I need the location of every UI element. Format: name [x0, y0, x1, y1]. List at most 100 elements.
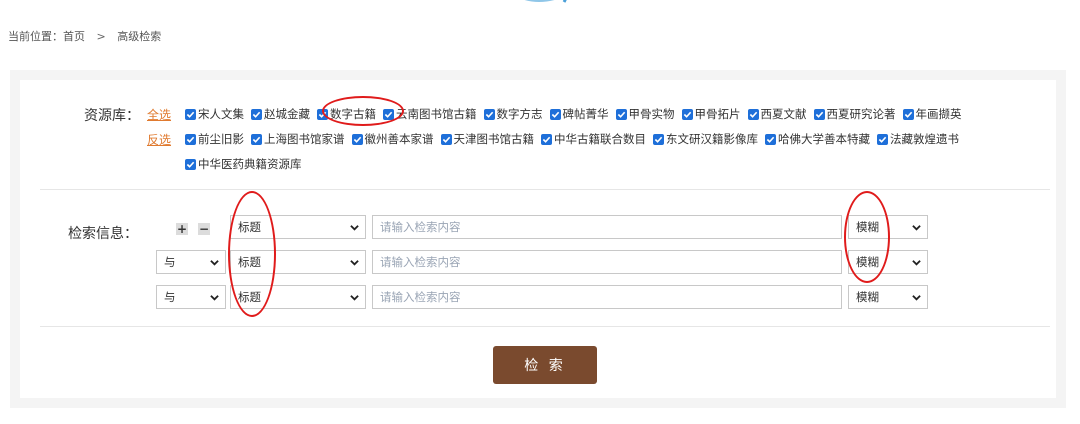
resource-checkbox-label: 赵城金藏 [264, 107, 310, 121]
query-input[interactable] [372, 285, 842, 309]
query-input[interactable] [372, 250, 842, 274]
checkbox-checked-icon[interactable] [902, 108, 914, 120]
checkbox-checked-icon[interactable] [185, 158, 196, 170]
resource-library-label: 资源库： [84, 108, 140, 124]
checkbox-checked-icon[interactable] [351, 133, 363, 145]
checkbox-checked-icon[interactable] [877, 133, 888, 145]
resource-checkbox-item[interactable]: 宋人文集 [185, 106, 244, 122]
resource-checkbox-label: 碑帖菁华 [562, 107, 609, 121]
resource-checkbox-item[interactable]: 徽州善本家谱 [351, 131, 434, 147]
field-select[interactable]: 标题 [230, 285, 366, 309]
query-input[interactable] [372, 215, 842, 239]
resource-checkbox-item[interactable]: 西夏文献 [747, 106, 807, 122]
field-select-value: 标题 [238, 255, 261, 269]
resource-checkbox-item[interactable]: 云南图书馆古籍 [383, 106, 477, 122]
resource-checkbox-label: 徽州善本家谱 [364, 132, 434, 146]
logic-operator-value: 与 [164, 290, 176, 304]
checkbox-checked-icon[interactable] [549, 108, 561, 120]
resource-checkbox-label: 甲骨实物 [628, 107, 675, 121]
checkbox-checked-icon[interactable] [440, 133, 452, 145]
resource-checkbox-label: 前尘旧影 [198, 132, 244, 146]
breadcrumb: 当前位置：首页 > 高级检索 [8, 28, 161, 44]
select-all-link[interactable]: 全选 [147, 106, 171, 123]
match-mode-value: 模糊 [856, 290, 879, 304]
checkbox-checked-icon[interactable] [185, 108, 196, 120]
resource-checkbox-item[interactable]: 甲骨实物 [615, 106, 675, 122]
checkbox-checked-icon[interactable] [483, 108, 495, 120]
chevron-down-icon [912, 260, 921, 266]
resource-checkbox-label: 东文研汉籍影像库 [666, 132, 758, 146]
resource-row-2: 前尘旧影 上海图书馆家谱 徽州善本家谱 天津图书馆古籍 中华古籍联合数目 东文研汉籍影像库… [185, 131, 966, 147]
checkbox-checked-icon[interactable] [615, 108, 627, 120]
site-logo-fragment [524, 0, 567, 3]
checkbox-checked-icon[interactable] [681, 108, 693, 120]
resource-checkbox-item[interactable]: 前尘旧影 [185, 131, 244, 147]
resource-checkbox-item[interactable]: 甲骨拓片 [681, 106, 741, 122]
field-select[interactable]: 标题 [230, 250, 366, 274]
add-condition-button[interactable]: + [176, 223, 188, 235]
logic-operator-select[interactable]: 与 [156, 250, 226, 274]
match-mode-value: 模糊 [856, 255, 879, 269]
search-button[interactable]: 检 索 [493, 346, 597, 384]
checkbox-checked-icon[interactable] [653, 133, 664, 145]
field-select-value: 标题 [238, 290, 261, 304]
resource-checkbox-item[interactable]: 碑帖菁华 [549, 106, 609, 122]
resource-checkbox-item[interactable]: 赵城金藏 [251, 106, 310, 122]
checkbox-checked-icon[interactable] [251, 133, 262, 145]
match-mode-select[interactable]: 模糊 [848, 285, 928, 309]
resource-checkbox-label: 西夏研究论著 [826, 107, 896, 121]
resource-row-3: 中华医药典籍资源库 [185, 156, 309, 172]
checkbox-checked-icon[interactable] [813, 108, 825, 120]
breadcrumb-home[interactable]: 当前位置：首页 [8, 28, 85, 44]
chevron-down-icon [210, 295, 219, 301]
resource-checkbox-item[interactable]: 哈佛大学善本特藏 [765, 131, 870, 147]
resource-checkbox-item[interactable]: 数字方志 [483, 106, 543, 122]
match-mode-value: 模糊 [856, 220, 879, 234]
remove-condition-button[interactable]: − [198, 223, 210, 235]
resource-checkbox-item[interactable]: 上海图书馆家谱 [251, 131, 345, 147]
breadcrumb-separator: > [96, 30, 106, 43]
resource-checkbox-item[interactable]: 数字古籍 [317, 106, 376, 122]
invert-selection-link[interactable]: 反选 [147, 131, 171, 148]
resource-checkbox-label: 年画撷英 [915, 107, 962, 121]
field-select-value: 标题 [238, 220, 261, 234]
resource-checkbox-item[interactable]: 中华医药典籍资源库 [185, 156, 302, 172]
resource-checkbox-label: 中华古籍联合数目 [554, 132, 646, 146]
resource-checkbox-label: 宋人文集 [198, 107, 244, 121]
chevron-down-icon [912, 295, 921, 301]
resource-checkbox-item[interactable]: 年画撷英 [902, 106, 962, 122]
resource-checkbox-item[interactable]: 西夏研究论著 [813, 106, 896, 122]
resource-checkbox-label: 数字古籍 [330, 107, 376, 121]
chevron-down-icon [350, 260, 359, 266]
checkbox-checked-icon[interactable] [541, 133, 552, 145]
resource-row-1: 宋人文集 赵城金藏 数字古籍 云南图书馆古籍 数字方志 碑帖菁华 甲骨实物 甲骨拓片 西夏文献 西… [185, 106, 969, 122]
checkbox-checked-icon[interactable] [251, 108, 262, 120]
resource-checkbox-label: 西夏文献 [760, 107, 807, 121]
resource-checkbox-label: 中华医药典籍资源库 [198, 157, 302, 171]
chevron-down-icon [912, 225, 921, 231]
resource-checkbox-label: 上海图书馆家谱 [264, 132, 345, 146]
resource-checkbox-item[interactable]: 天津图书馆古籍 [440, 131, 534, 147]
resource-checkbox-label: 云南图书馆古籍 [396, 107, 477, 121]
checkbox-checked-icon[interactable] [383, 108, 394, 120]
resource-checkbox-item[interactable]: 中华古籍联合数目 [541, 131, 646, 147]
checkbox-checked-icon[interactable] [317, 108, 328, 120]
resource-checkbox-item[interactable]: 法藏敦煌遗书 [877, 131, 959, 147]
section-divider [40, 189, 1050, 190]
field-select[interactable]: 标题 [230, 215, 366, 239]
chevron-down-icon [210, 260, 219, 266]
logic-operator-select[interactable]: 与 [156, 285, 226, 309]
resource-checkbox-label: 数字方志 [496, 107, 543, 121]
match-mode-select[interactable]: 模糊 [848, 215, 928, 239]
chevron-down-icon [350, 225, 359, 231]
resource-checkbox-label: 哈佛大学善本特藏 [778, 132, 870, 146]
chevron-down-icon [350, 295, 359, 301]
advanced-search-form: 资源库： 全选 反选 宋人文集 赵城金藏 数字古籍 云南图书馆古籍 数字方志 碑帖菁华 甲骨… [20, 80, 1056, 398]
resource-checkbox-item[interactable]: 东文研汉籍影像库 [653, 131, 758, 147]
checkbox-checked-icon[interactable] [185, 133, 196, 145]
match-mode-select[interactable]: 模糊 [848, 250, 928, 274]
resource-checkbox-label: 甲骨拓片 [694, 107, 741, 121]
checkbox-checked-icon[interactable] [747, 108, 759, 120]
resource-checkbox-label: 法藏敦煌遗书 [890, 132, 959, 146]
checkbox-checked-icon[interactable] [765, 133, 776, 145]
